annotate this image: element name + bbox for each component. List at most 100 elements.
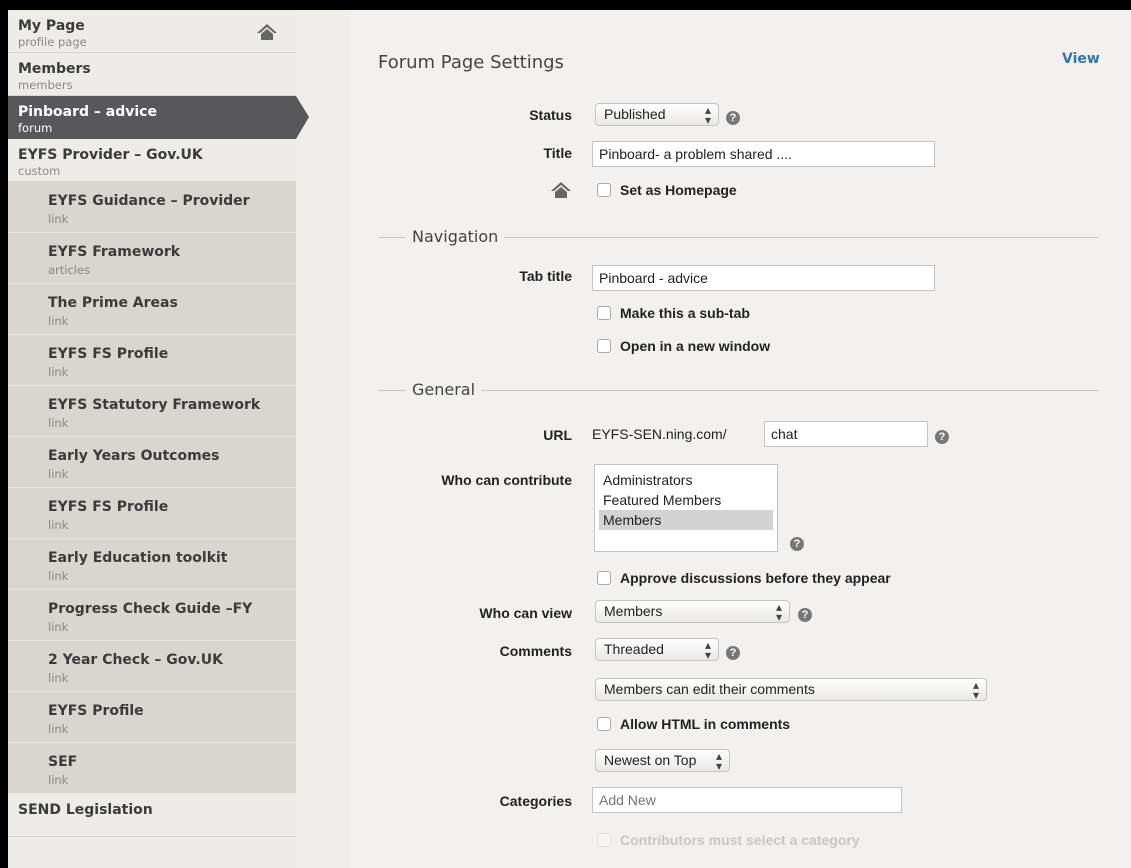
sidebar-item-type: link <box>48 416 69 430</box>
sidebar-item-title: EYFS FS Profile <box>48 346 169 362</box>
settings-panel <box>349 10 1131 868</box>
sidebar-item[interactable]: EYFS Provider – Gov.UK custom <box>8 139 296 182</box>
new-window-label: Open in a new window <box>620 338 771 354</box>
window-top-border <box>0 0 1131 10</box>
sidebar-item-type: link <box>48 467 69 481</box>
sidebar-item-type: link <box>48 518 69 532</box>
sidebar-item-title: EYFS FS Profile <box>48 499 169 515</box>
sidebar-item-title: EYFS Statutory Framework <box>48 397 261 413</box>
sidebar-item-type: custom <box>18 164 61 178</box>
sidebar-item[interactable]: Early Education toolkit link <box>8 539 296 590</box>
categories-label: Categories <box>499 793 572 809</box>
comment-order-value: Newest on Top <box>604 752 697 768</box>
sidebar-item-title: Members <box>18 61 91 77</box>
contribute-option[interactable]: Members <box>599 510 773 530</box>
title-input[interactable] <box>592 141 935 167</box>
sidebar-item-type: link <box>48 365 69 379</box>
updown-arrows-icon: ▴ ▾ <box>972 678 979 702</box>
must-select-category-label: Contributors must select a category <box>620 832 860 848</box>
navigation-legend: Navigation <box>406 227 505 246</box>
url-prefix: EYFS-SEN.ning.com/ <box>592 426 727 442</box>
sidebar-item[interactable]: EYFS Profile link <box>8 692 296 743</box>
sidebar-item-type: profile page <box>18 35 87 49</box>
view-link[interactable]: View <box>1062 51 1100 67</box>
sidebar-item[interactable]: EYFS FS Profile link <box>8 335 296 386</box>
contribute-label: Who can contribute <box>441 472 572 488</box>
contribute-listbox[interactable]: Administrators Featured Members Members <box>594 464 778 552</box>
sidebar-item[interactable]: The Prime Areas link <box>8 284 296 335</box>
subtab-checkbox[interactable] <box>597 306 611 320</box>
comment-order-select[interactable]: Newest on Top ▴ ▾ <box>595 749 730 772</box>
url-input[interactable] <box>764 421 928 447</box>
sidebar-item[interactable]: SEF link <box>8 743 296 794</box>
allow-html-checkbox[interactable] <box>597 717 611 731</box>
sidebar: My Page profile page Members members Pinboar… <box>8 10 309 868</box>
approve-checkbox[interactable] <box>597 571 611 585</box>
comments-label: Comments <box>499 643 572 659</box>
sidebar-item-type: link <box>48 722 69 736</box>
categories-input[interactable] <box>592 787 902 813</box>
allow-html-label: Allow HTML in comments <box>620 716 791 732</box>
sidebar-item-type: articles <box>48 263 91 277</box>
sidebar-item[interactable]: 2 Year Check – Gov.UK link <box>8 641 296 692</box>
edit-comments-value: Members can edit their comments <box>604 681 815 697</box>
edit-comments-select[interactable]: Members can edit their comments ▴ ▾ <box>595 678 987 701</box>
sidebar-item-type: link <box>48 569 69 583</box>
sidebar-item[interactable]: Progress Check Guide –FY link <box>8 590 296 641</box>
sidebar-item-type: link <box>48 212 69 226</box>
tab-title-label: Tab title <box>519 268 572 284</box>
who-can-view-select[interactable]: Members ▴ ▾ <box>595 600 790 623</box>
sidebar-item-title: SEF <box>48 754 78 770</box>
sidebar-item-title: EYFS Profile <box>48 703 144 719</box>
updown-arrows-icon: ▴ ▾ <box>715 749 722 773</box>
page-title: Forum Page Settings <box>378 52 564 73</box>
help-icon[interactable]: ? <box>798 608 812 622</box>
help-icon[interactable]: ? <box>726 646 740 660</box>
tab-title-input[interactable] <box>592 265 935 291</box>
url-label: URL <box>543 427 572 443</box>
approve-label: Approve discussions before they appear <box>620 570 891 586</box>
status-select-value: Published <box>604 106 666 122</box>
updown-arrows-icon: ▴ ▾ <box>704 103 711 127</box>
comments-select-value: Threaded <box>604 641 664 657</box>
sidebar-item-title: Pinboard – advice <box>18 104 157 120</box>
sidebar-item[interactable]: EYFS Guidance – Provider link <box>8 182 296 233</box>
sidebar-item-type: link <box>48 773 69 787</box>
contribute-option[interactable]: Administrators <box>599 470 773 490</box>
contribute-option[interactable]: Featured Members <box>599 490 773 510</box>
sidebar-item-title: 2 Year Check – Gov.UK <box>48 652 223 668</box>
sidebar-item[interactable]: SEND Legislation <box>8 794 296 837</box>
sidebar-item[interactable]: Early Years Outcomes link <box>8 437 296 488</box>
general-legend: General <box>406 380 482 399</box>
new-window-checkbox[interactable] <box>597 339 611 353</box>
updown-arrows-icon: ▴ ▾ <box>775 600 782 624</box>
status-select[interactable]: Published ▴ ▾ <box>595 103 719 126</box>
status-label: Status <box>529 107 572 123</box>
sidebar-item-title: The Prime Areas <box>48 295 178 311</box>
who-can-view-label: Who can view <box>479 605 572 621</box>
sidebar-item-active[interactable]: Pinboard – advice forum <box>8 96 309 139</box>
sidebar-item-title: Progress Check Guide –FY <box>48 601 253 617</box>
sidebar-item[interactable]: Members members <box>8 53 296 96</box>
help-icon[interactable]: ? <box>935 430 949 444</box>
help-icon[interactable]: ? <box>726 111 740 125</box>
subtab-label: Make this a sub-tab <box>620 305 750 321</box>
sidebar-item-type: forum <box>18 121 53 135</box>
sidebar-item-type: members <box>18 78 73 92</box>
comments-select[interactable]: Threaded ▴ ▾ <box>595 638 719 661</box>
home-icon <box>257 24 277 40</box>
sidebar-item-title: EYFS Guidance – Provider <box>48 193 250 209</box>
who-can-view-value: Members <box>604 603 663 619</box>
sidebar-item-title: SEND Legislation <box>18 802 153 818</box>
sidebar-item[interactable]: EYFS FS Profile link <box>8 488 296 539</box>
sidebar-item[interactable]: EYFS Statutory Framework link <box>8 386 296 437</box>
sidebar-item-title: EYFS Provider – Gov.UK <box>18 147 203 163</box>
general-divider <box>378 390 1098 391</box>
sidebar-item[interactable]: EYFS Framework articles <box>8 233 296 284</box>
homepage-label: Set as Homepage <box>620 182 737 198</box>
help-icon[interactable]: ? <box>790 537 804 551</box>
home-icon <box>551 182 571 198</box>
sidebar-item[interactable]: My Page profile page <box>8 10 296 53</box>
homepage-checkbox[interactable] <box>597 183 611 197</box>
window-left-border <box>0 0 8 868</box>
